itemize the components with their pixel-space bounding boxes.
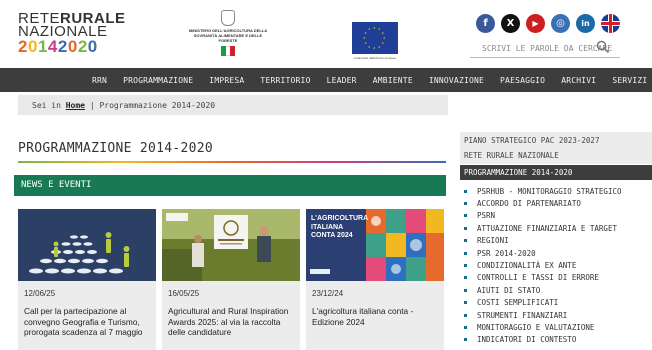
- sidebar-menu-item[interactable]: PSRHUB - MONITORAGGIO STRATEGICO: [464, 185, 650, 197]
- english-language-flag-icon[interactable]: [601, 14, 620, 33]
- logo-digit: 1: [37, 37, 48, 56]
- facebook-icon[interactable]: f: [476, 14, 495, 33]
- news-card-date: 23/12/24: [312, 289, 344, 298]
- eu-star-icon: ★: [378, 43, 381, 49]
- italy-flag-icon: [221, 46, 236, 56]
- ministry-logo[interactable]: MINISTERO DELL'AGRICOLTURA DELLA SOVRANI…: [186, 10, 270, 56]
- nav-item-programmazione[interactable]: PROGRAMMAZIONE: [123, 76, 193, 85]
- main-nav: RRN PROGRAMMAZIONE IMPRESA TERRITORIO LEADER…: [0, 68, 652, 92]
- eu-star-icon: ★: [364, 30, 367, 35]
- title-divider: [18, 161, 446, 163]
- breadcrumb-separator: |: [89, 101, 95, 110]
- sidebar-section-header[interactable]: PROGRAMMAZIONE 2014-2020: [460, 165, 652, 180]
- logo-digit: 0: [27, 37, 38, 56]
- sidebar-menu-item[interactable]: STRUMENTI FINANZIARI: [464, 309, 650, 321]
- nav-item-rrn[interactable]: RRN: [92, 76, 107, 85]
- site-logo[interactable]: RETERURALE NAZIONALE 20142020: [18, 11, 126, 56]
- eu-star-icon: ★: [378, 26, 381, 32]
- eu-star-icon: ★: [364, 40, 367, 45]
- logo-digit: 4: [47, 37, 58, 56]
- sidebar-menu-item[interactable]: PSRN: [464, 210, 650, 222]
- nav-item-archivi[interactable]: ARCHIVI: [561, 76, 596, 85]
- breadcrumb: Sei in Home | Programmazione 2014-2020: [18, 95, 448, 115]
- sidebar-menu-item[interactable]: CONDIZIONALITÀ EX ANTE: [464, 259, 650, 271]
- eu-star-icon: ★: [373, 45, 376, 50]
- nav-item-leader[interactable]: LEADER: [327, 76, 357, 85]
- nav-item-impresa[interactable]: IMPRESA: [209, 76, 244, 85]
- awards-photo: [162, 209, 300, 281]
- logo-years: 20142020: [18, 38, 126, 56]
- eu-star-icon: ★: [373, 25, 376, 30]
- nav-item-ambiente[interactable]: AMBIENTE: [373, 76, 413, 85]
- news-card-title[interactable]: Call per la partecipazione al convegno G…: [24, 306, 152, 338]
- search-icon[interactable]: [596, 40, 610, 54]
- sidebar-menu-item[interactable]: CONTROLLI E TASSI DI ERRORE: [464, 272, 650, 284]
- logo-digit: 0: [87, 37, 98, 56]
- sidebar-menu-item[interactable]: ATTUAZIONE FINANZIARIA E TARGET: [464, 222, 650, 234]
- sidebar-menu: PSRHUB - MONITORAGGIO STRATEGICO ACCORDO …: [464, 185, 650, 346]
- news-card[interactable]: 12/06/25 Call per la partecipazione al c…: [18, 209, 156, 350]
- news-card[interactable]: L'AGRICOLTURA ITALIANA CONTA 2024 23/12/…: [306, 209, 444, 350]
- x-icon[interactable]: X: [501, 14, 520, 33]
- sidebar-link-rrn[interactable]: RETE RURALE NAZIONALE: [464, 151, 559, 160]
- logo-digit: 0: [67, 37, 78, 56]
- sidebar-menu-item[interactable]: PSR 2014-2020: [464, 247, 650, 259]
- site-header: RETERURALE NAZIONALE 20142020 MINISTERO …: [0, 0, 652, 68]
- news-card[interactable]: 16/05/25 Agricultural and Rural Inspirat…: [162, 209, 300, 350]
- news-card-title[interactable]: L'agricoltura italiana conta - Edizione …: [312, 306, 440, 327]
- sidebar-link-pac[interactable]: PIANO STRATEGICO PAC 2023-2027: [464, 136, 599, 145]
- breadcrumb-prefix: Sei in: [32, 101, 61, 110]
- sidebar-menu-item[interactable]: INDICATORI DI CONTESTO: [464, 334, 650, 346]
- page-title: PROGRAMMAZIONE 2014-2020: [18, 141, 214, 156]
- youtube-icon[interactable]: ▶: [526, 14, 545, 33]
- sidebar-menu-item[interactable]: REGIONI: [464, 235, 650, 247]
- nav-item-paesaggio[interactable]: PAESAGGIO: [500, 76, 545, 85]
- sidebar-menu-item[interactable]: ACCORDO DI PARTENARIATO: [464, 197, 650, 209]
- eu-star-icon: ★: [381, 40, 385, 45]
- eu-logo[interactable]: ★ ★ ★ ★ ★ ★ ★ ★ ★ ★ ★ ★ Finanziato dall'Unione euro…: [352, 22, 398, 60]
- sidebar-top-links: PIANO STRATEGICO PAC 2023-2027 RETE RURA…: [460, 132, 652, 164]
- news-section-title: NEWS E EVENTI: [21, 180, 92, 190]
- geography-illustration: [29, 232, 130, 274]
- social-links: f X ▶ ◎ in: [476, 14, 620, 33]
- news-card-image: [18, 209, 156, 281]
- news-card-date: 12/06/25: [24, 289, 56, 298]
- logo-digit: 2: [57, 37, 68, 56]
- ministry-name: MINISTERO DELL'AGRICOLTURA DELLA SOVRANI…: [188, 28, 268, 43]
- breadcrumb-current: Programmazione 2014-2020: [99, 101, 216, 110]
- instagram-icon[interactable]: ◎: [551, 14, 570, 33]
- eu-star-icon: ★: [368, 43, 371, 49]
- sidebar-section-title: PROGRAMMAZIONE 2014-2020: [464, 168, 573, 177]
- nav-item-innovazione[interactable]: INNOVAZIONE: [429, 76, 484, 85]
- breadcrumb-home-link[interactable]: Home: [66, 101, 85, 110]
- search-placeholder: SCRIVI LE PAROLE DA CERCARE: [482, 44, 613, 53]
- news-card-date: 16/05/25: [168, 289, 200, 298]
- news-card-image: [162, 209, 300, 281]
- eu-star-icon: ★: [381, 30, 385, 35]
- republic-emblem-icon: [221, 10, 235, 26]
- news-section-header: NEWS E EVENTI: [14, 175, 446, 196]
- news-card-title[interactable]: Agricultural and Rural Inspiration Award…: [168, 306, 296, 338]
- linkedin-icon[interactable]: in: [576, 14, 595, 33]
- logo-digit: 2: [77, 37, 88, 56]
- news-card-image: L'AGRICOLTURA ITALIANA CONTA 2024: [306, 209, 444, 281]
- nav-item-territorio[interactable]: TERRITORIO: [260, 76, 310, 85]
- sidebar-menu-item[interactable]: COSTI SEMPLIFICATI: [464, 297, 650, 309]
- eu-caption: Finanziato dall'Unione europea: [354, 56, 396, 60]
- eu-flag-icon: ★ ★ ★ ★ ★ ★ ★ ★ ★ ★ ★ ★: [352, 22, 398, 54]
- eu-star-icon: ★: [368, 26, 371, 32]
- news-card-image-title: L'AGRICOLTURA ITALIANA CONTA 2024: [311, 215, 368, 239]
- sidebar-menu-item[interactable]: AIUTI DI STATO: [464, 284, 650, 296]
- nav-item-servizi[interactable]: SERVIZI: [612, 76, 647, 85]
- logo-digit: 2: [18, 37, 28, 56]
- eu-star-icon: ★: [363, 35, 366, 40]
- sidebar-menu-item[interactable]: MONITORAGGIO E VALUTAZIONE: [464, 321, 650, 333]
